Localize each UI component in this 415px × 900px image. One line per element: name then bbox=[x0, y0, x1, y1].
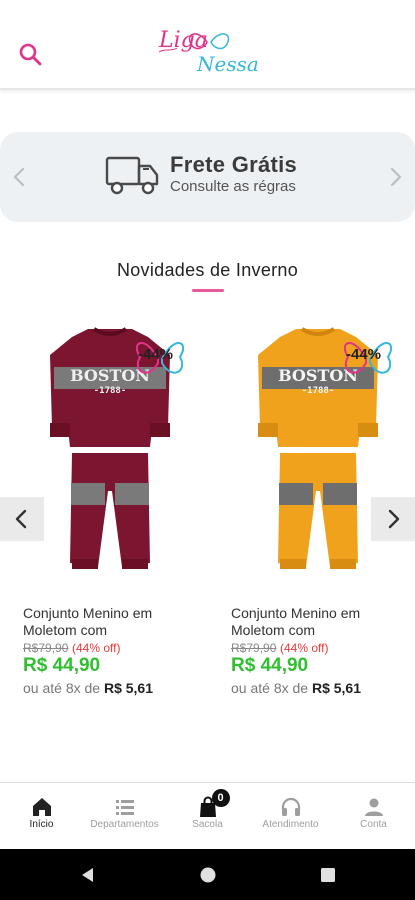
installment-prefix: ou até 8x de bbox=[23, 680, 101, 696]
app-header: Liga Nessa bbox=[0, 0, 415, 90]
product-price: R$ 44,90 bbox=[23, 655, 101, 676]
product-name: Conjunto Menino em Moletom com bbox=[231, 605, 361, 638]
banner-title: Frete Grátis bbox=[170, 152, 298, 177]
search-icon[interactable] bbox=[16, 40, 44, 68]
logo-text-nessa: Nessa bbox=[197, 52, 259, 76]
nav-label: Início bbox=[29, 819, 54, 830]
installment-value: R$ 5,61 bbox=[103, 680, 153, 696]
nav-label: Atendimento bbox=[262, 819, 319, 830]
nav-label: Conta bbox=[360, 819, 387, 830]
system-navigation-bar bbox=[0, 849, 415, 900]
product-old-price: R$79,90 bbox=[23, 641, 69, 655]
installment-prefix: ou até 8x de bbox=[231, 680, 309, 696]
discount-badge-text: -44% bbox=[138, 346, 174, 363]
home-circle-icon[interactable] bbox=[198, 865, 218, 885]
product-price: R$ 44,90 bbox=[231, 655, 309, 676]
cart-count-badge: 0 bbox=[211, 789, 230, 807]
nav-item-inicio[interactable]: Início bbox=[0, 783, 83, 849]
section-underline bbox=[192, 289, 224, 292]
list-icon bbox=[115, 800, 134, 815]
product-old-price: R$79,90 bbox=[231, 641, 277, 655]
headset-icon bbox=[281, 797, 300, 816]
person-icon bbox=[364, 798, 383, 816]
brand-logo[interactable]: Liga Nessa bbox=[155, 22, 265, 82]
truck-icon bbox=[105, 156, 159, 195]
product-installment: ou até 8x de R$ 5,61 bbox=[231, 680, 361, 696]
bottom-navigation: Início Departamentos 0 Sacola Atendiment… bbox=[0, 782, 415, 848]
banner-prev-icon[interactable] bbox=[4, 162, 34, 192]
product-installment: ou até 8x de R$ 5,61 bbox=[23, 680, 153, 696]
section-title: Novidades de Inverno bbox=[116, 260, 299, 280]
installment-value: R$ 5,61 bbox=[311, 680, 361, 696]
discount-badge-text: -44% bbox=[346, 346, 382, 363]
product-discount: (44% off) bbox=[280, 641, 329, 655]
carousel-next-button[interactable] bbox=[371, 497, 415, 541]
chevron-right-icon bbox=[388, 509, 400, 529]
chevron-left-icon bbox=[15, 509, 27, 529]
recents-icon[interactable] bbox=[318, 865, 338, 885]
nav-item-atendimento[interactable]: Atendimento bbox=[249, 783, 332, 849]
home-icon bbox=[32, 798, 51, 816]
carousel-prev-button[interactable] bbox=[0, 497, 44, 541]
app-root: Liga Nessa Frete Grátis Consulte as régr… bbox=[0, 0, 415, 900]
back-icon[interactable] bbox=[78, 865, 98, 885]
nav-label: Sacola bbox=[192, 819, 223, 830]
banner-next-icon[interactable] bbox=[381, 162, 411, 192]
svg-text:-1788-: -1788- bbox=[302, 386, 335, 396]
logo-text-liga: Liga bbox=[159, 28, 208, 53]
nav-item-conta[interactable]: Conta bbox=[332, 783, 415, 849]
free-shipping-banner[interactable]: Frete Grátis Consulte as régras bbox=[0, 132, 415, 222]
product-name: Conjunto Menino em Moletom com bbox=[23, 605, 153, 638]
banner-subtitle: Consulte as régras bbox=[170, 178, 296, 195]
nav-item-sacola[interactable]: 0 Sacola bbox=[166, 783, 249, 849]
svg-text:-1788-: -1788- bbox=[94, 386, 127, 396]
nav-item-departamentos[interactable]: Departamentos bbox=[83, 783, 166, 849]
product-discount: (44% off) bbox=[72, 641, 121, 655]
nav-label: Departamentos bbox=[90, 819, 159, 830]
